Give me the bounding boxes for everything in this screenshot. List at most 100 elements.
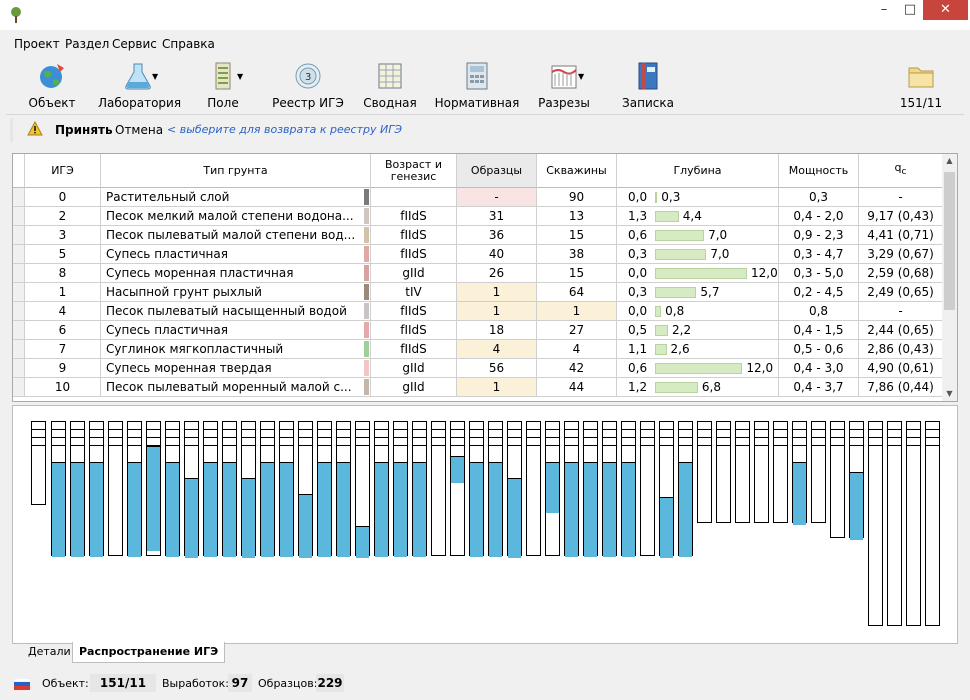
minimize-button[interactable]: – [871, 0, 897, 20]
normative-button[interactable]: Нормативная [434, 60, 520, 112]
soil-type-text: Супесь моренная пластичная [106, 266, 294, 280]
borehole-column[interactable] [792, 421, 807, 525]
borehole-column[interactable] [146, 421, 161, 556]
borehole-column[interactable] [317, 421, 332, 557]
borehole-column[interactable] [336, 421, 351, 557]
project-folder-button[interactable]: 151/11 [896, 60, 946, 112]
borehole-column[interactable] [431, 421, 446, 556]
layer-boundary [375, 422, 388, 446]
borehole-column[interactable] [773, 421, 788, 523]
borehole-column[interactable] [374, 421, 389, 557]
borehole-column[interactable] [412, 421, 427, 557]
table-row[interactable]: 3 Песок пылеватый малой степени вод... fII… [13, 226, 943, 245]
borehole-column[interactable] [564, 421, 579, 557]
scroll-thumb[interactable] [944, 172, 955, 310]
layer-boundary [508, 422, 521, 446]
maximize-button[interactable]: □ [897, 0, 923, 20]
borehole-column[interactable] [393, 421, 408, 557]
tab-details[interactable]: Детали [28, 642, 71, 662]
borehole-column[interactable] [545, 421, 560, 556]
borehole-column[interactable] [526, 421, 541, 556]
borehole-column[interactable] [51, 421, 66, 557]
borehole-column[interactable] [70, 421, 85, 557]
borehole-column[interactable] [241, 421, 256, 558]
borehole-column[interactable] [108, 421, 123, 556]
cell-soil-type: Супесь моренная пластичная [101, 264, 371, 283]
scroll-up-icon[interactable]: ▲ [942, 154, 957, 168]
status-object-value: 151/11 [90, 674, 156, 692]
col-age-header[interactable]: Возраст и генезис [371, 154, 457, 188]
borehole-column[interactable] [222, 421, 237, 557]
col-thickness-header[interactable]: Мощность [779, 154, 859, 188]
borehole-column[interactable] [925, 421, 940, 626]
laboratory-button[interactable]: ▼ Лаборатория [98, 60, 181, 112]
table-row[interactable]: 5 Супесь пластичная fIIdS 40 38 0,3 7,0 0,3 - 4… [13, 245, 943, 264]
table-row[interactable]: 10 Песок пылеватый моренный малой с... gII… [13, 378, 943, 397]
col-samples-header[interactable]: Образцы [457, 154, 537, 188]
table-row[interactable]: 8 Супесь моренная пластичная gIId 26 15 0,0 12… [13, 264, 943, 283]
borehole-column[interactable] [602, 421, 617, 557]
borehole-column[interactable] [640, 421, 655, 556]
borehole-column[interactable] [887, 421, 902, 626]
cancel-button[interactable]: Отмена [115, 123, 163, 137]
menu-help[interactable]: Справка [162, 37, 215, 51]
borehole-column[interactable] [260, 421, 275, 557]
borehole-column[interactable] [678, 421, 693, 557]
object-button[interactable]: Объект [22, 60, 82, 112]
borehole-column[interactable] [621, 421, 636, 557]
table-row[interactable]: 1 Насыпной грунт рыхлый tIV 1 64 0,3 5,7 0,2 - … [13, 283, 943, 302]
col-ige-header[interactable]: ИГЭ [25, 154, 101, 188]
tab-ige-spread[interactable]: Распространение ИГЭ [72, 642, 226, 663]
return-hint-link[interactable]: < выберите для возврата к реестру ИГЭ [167, 123, 402, 136]
scroll-down-icon[interactable]: ▼ [942, 387, 957, 401]
table-row[interactable]: 0 Растительный слой -90 0,0 0,3 0,3- [13, 188, 943, 207]
menu-service[interactable]: Сервис [112, 37, 157, 51]
borehole-column[interactable] [735, 421, 750, 523]
borehole-column[interactable] [583, 421, 598, 557]
borehole-column[interactable] [31, 421, 46, 505]
borehole-column[interactable] [811, 421, 826, 523]
table-row[interactable]: 2 Песок мелкий малой степени водона... fII… [13, 207, 943, 226]
depth-from-label: 0,0 [628, 266, 648, 280]
col-qc-header[interactable]: qc [859, 154, 943, 188]
col-type-header[interactable]: Тип грунта [101, 154, 371, 188]
col-depth-header[interactable]: Глубина [617, 154, 779, 188]
table-row[interactable]: 4 Песок пылеватый насыщенный водой fIIdS 1 1… [13, 302, 943, 321]
borehole-column[interactable] [697, 421, 712, 523]
table-row[interactable]: 6 Супесь пластичная fIIdS 18 27 0,5 2,2 0,4 - 1… [13, 321, 943, 340]
field-button[interactable]: ▼ Поле [195, 60, 251, 112]
menu-project[interactable]: Проект [14, 37, 60, 51]
grid-vertical-scrollbar[interactable]: ▲ ▼ [942, 154, 957, 401]
ige-registry-button[interactable]: 3 Реестр ИГЭ [272, 60, 344, 112]
borehole-column[interactable] [507, 421, 522, 558]
borehole-column[interactable] [298, 421, 313, 558]
table-row[interactable]: 7 Суглинок мягкопластичный fIIdS 4 4 1,1 2,6 0,… [13, 340, 943, 359]
borehole-column[interactable] [203, 421, 218, 557]
table-row[interactable]: 9 Супесь моренная твердая gIId 56 42 0,6 12,0 0… [13, 359, 943, 378]
borehole-column[interactable] [659, 421, 674, 558]
sections-button[interactable]: ▼ Разрезы [536, 60, 592, 112]
note-button[interactable]: Записка [620, 60, 676, 112]
depth-to-label: 5,7 [700, 285, 720, 299]
close-button[interactable]: ✕ [923, 0, 968, 20]
borehole-column[interactable] [716, 421, 731, 523]
borehole-column[interactable] [127, 421, 142, 557]
borehole-column[interactable] [849, 421, 864, 540]
borehole-column[interactable] [868, 421, 883, 626]
borehole-column[interactable] [754, 421, 769, 523]
accept-button[interactable]: Принять [55, 123, 113, 137]
col-wells-header[interactable]: Скважины [537, 154, 617, 188]
borehole-column[interactable] [279, 421, 294, 557]
layer-boundary [147, 422, 160, 446]
borehole-column[interactable] [488, 421, 503, 557]
borehole-column[interactable] [165, 421, 180, 557]
borehole-column[interactable] [355, 421, 370, 558]
borehole-column[interactable] [184, 421, 199, 558]
summary-button[interactable]: Сводная [362, 60, 418, 112]
borehole-column[interactable] [906, 421, 921, 626]
borehole-column[interactable] [830, 421, 845, 538]
borehole-column[interactable] [469, 421, 484, 557]
menu-section[interactable]: Раздел [65, 37, 109, 51]
borehole-column[interactable] [450, 421, 465, 556]
borehole-column[interactable] [89, 421, 104, 557]
